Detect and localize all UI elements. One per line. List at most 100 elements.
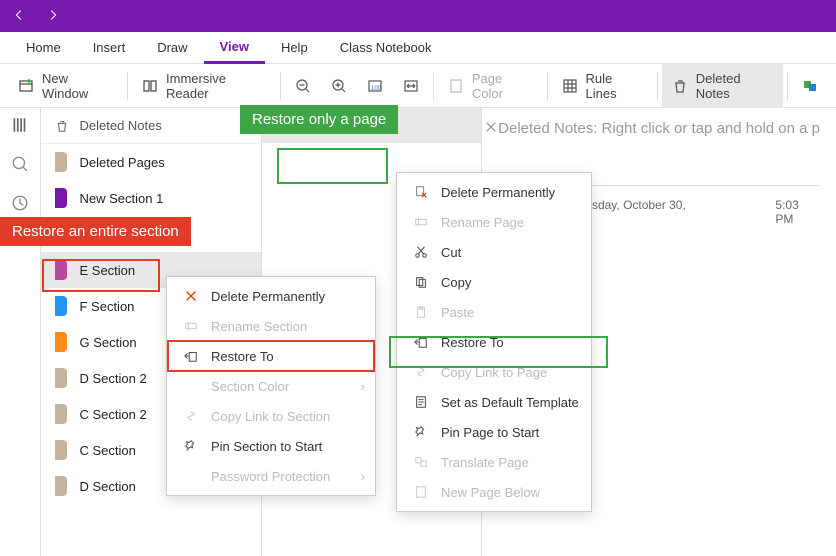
ctx-page-rename: Rename Page [397, 207, 597, 237]
color-icon [183, 378, 199, 394]
rename-icon [413, 214, 429, 230]
section-color-tab [55, 188, 67, 208]
chevron-right-icon: › [361, 469, 365, 484]
section-label: New Section 1 [79, 191, 163, 206]
menu-insert[interactable]: Insert [77, 32, 142, 64]
ctx-section-rename: Rename Section [167, 311, 375, 341]
ctx-page-translate: Translate Page [397, 447, 597, 477]
label: Rename Page [441, 215, 524, 230]
separator [127, 72, 128, 100]
separator [433, 72, 434, 100]
restore-icon [413, 334, 429, 350]
section-label: D Section 2 [79, 371, 146, 386]
annotation-page: Restore only a page [240, 105, 398, 134]
menu-help[interactable]: Help [265, 32, 324, 64]
ctx-page-delete[interactable]: Delete Permanently [397, 177, 597, 207]
section-color-tab [55, 296, 67, 316]
pin-icon [413, 424, 429, 440]
label: Set as Default Template [441, 395, 579, 410]
label: Copy Link to Page [441, 365, 547, 380]
section-row[interactable]: New Section 1 [41, 180, 260, 216]
section-color-tab [55, 260, 67, 280]
newpage-icon [413, 484, 429, 500]
ctx-page-cut[interactable]: Cut [397, 237, 597, 267]
copy-icon [413, 274, 429, 290]
delete-icon [183, 288, 199, 304]
forward-button[interactable] [46, 8, 60, 25]
left-rail [0, 108, 41, 556]
ctx-page-copy[interactable]: Copy [397, 267, 597, 297]
section-label: G Section [79, 335, 136, 350]
ctx-section-pin[interactable]: Pin Section to Start [167, 431, 375, 461]
trash-icon [55, 119, 69, 133]
deleted-notes-button[interactable]: Deleted Notes [662, 64, 783, 108]
section-label: C Section 2 [79, 407, 146, 422]
rename-icon [183, 318, 199, 334]
annotation-section: Restore an entire section [0, 217, 191, 246]
paste-icon [413, 304, 429, 320]
section-color-tab [55, 152, 67, 172]
link-icon [183, 408, 199, 424]
page-context-menu: Delete Permanently Rename Page Cut Copy … [396, 172, 592, 512]
rule-lines-label: Rule Lines [586, 71, 643, 101]
sections-header: Deleted Notes [41, 108, 260, 144]
chevron-right-icon: › [361, 379, 365, 394]
label: Delete Permanently [441, 185, 555, 200]
delete-icon [413, 184, 429, 200]
section-color-tab [55, 368, 67, 388]
label: Pin Page to Start [441, 425, 539, 440]
rule-lines-button[interactable]: Rule Lines [552, 64, 653, 108]
page-color-button[interactable]: Page Color [438, 64, 543, 108]
separator [547, 72, 548, 100]
section-row[interactable]: Deleted Pages [41, 144, 260, 180]
ctx-section-delete[interactable]: Delete Permanently [167, 281, 375, 311]
back-button[interactable] [12, 8, 26, 25]
pin-icon [183, 438, 199, 454]
section-label: F Section [79, 299, 134, 314]
section-color-tab [55, 476, 67, 496]
label: New Page Below [441, 485, 540, 500]
menu-class-notebook[interactable]: Class Notebook [324, 32, 448, 64]
ctx-page-template[interactable]: Set as Default Template [397, 387, 597, 417]
separator [280, 72, 281, 100]
ribbon: New Window Immersive Reader 100 Page Col… [0, 64, 836, 108]
label: Section Color [211, 379, 289, 394]
sections-header-label: Deleted Notes [79, 118, 161, 133]
page-width-button[interactable] [393, 64, 429, 108]
section-color-tab [55, 332, 67, 352]
recent-icon[interactable] [11, 194, 29, 215]
ctx-page-copylink: Copy Link to Page [397, 357, 597, 387]
ctx-section-color: Section Color › [167, 371, 375, 401]
label: Password Protection [211, 469, 330, 484]
menu-home[interactable]: Home [10, 32, 77, 64]
search-icon[interactable] [11, 155, 29, 176]
ctx-page-restore[interactable]: Restore To [397, 327, 597, 357]
translate-button[interactable] [792, 64, 828, 108]
zoom-100-button[interactable]: 100 [357, 64, 393, 108]
ctx-section-copylink: Copy Link to Section [167, 401, 375, 431]
label: Copy Link to Section [211, 409, 330, 424]
link-icon [413, 364, 429, 380]
ctx-section-restore[interactable]: Restore To [167, 341, 375, 371]
template-icon [413, 394, 429, 410]
notebooks-icon[interactable] [11, 116, 29, 137]
deleted-notes-label: Deleted Notes [696, 71, 773, 101]
section-label: Deleted Pages [79, 155, 164, 170]
label: Copy [441, 275, 471, 290]
zoom-out-button[interactable] [285, 64, 321, 108]
label: Delete Permanently [211, 289, 325, 304]
menu-view[interactable]: View [204, 32, 265, 64]
immersive-reader-button[interactable]: Immersive Reader [132, 64, 276, 108]
separator [657, 72, 658, 100]
titlebar [0, 0, 836, 32]
label: Pin Section to Start [211, 439, 322, 454]
page-time: 5:03 PM [775, 198, 820, 226]
zoom-in-button[interactable] [321, 64, 357, 108]
close-icon[interactable] [484, 120, 496, 137]
section-label: D Section [79, 479, 135, 494]
separator [787, 72, 788, 100]
menu-draw[interactable]: Draw [141, 32, 203, 64]
ctx-page-pin[interactable]: Pin Page to Start [397, 417, 597, 447]
new-window-button[interactable]: New Window [8, 64, 123, 108]
page-color-label: Page Color [472, 71, 533, 101]
